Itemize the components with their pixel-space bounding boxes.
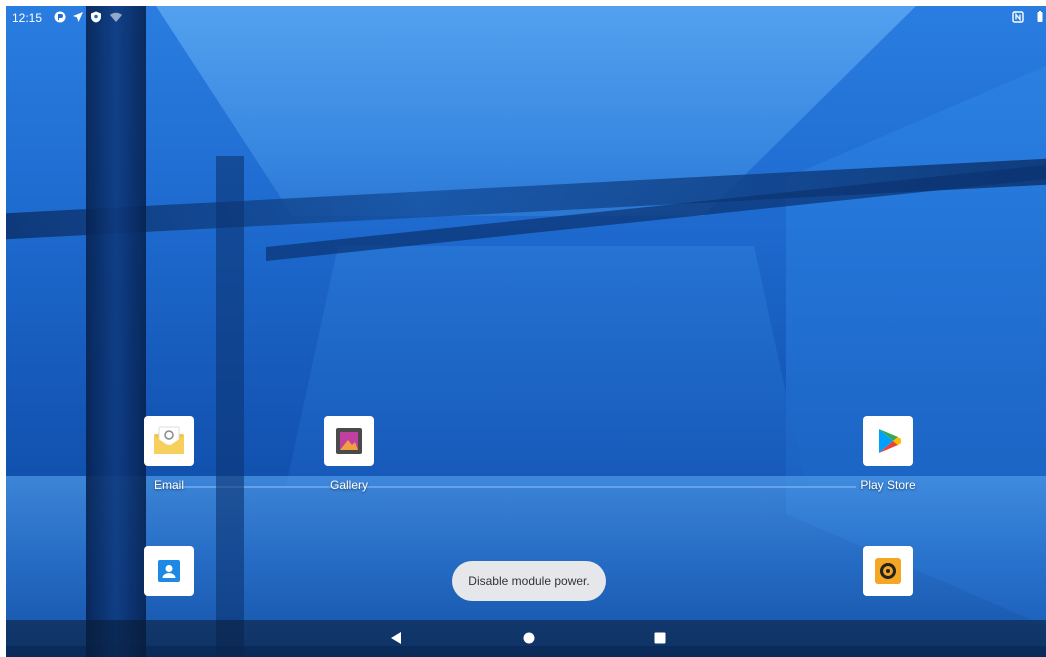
location-icon: [72, 11, 84, 23]
back-icon: [391, 632, 401, 644]
gallery-icon[interactable]: [324, 416, 374, 466]
contacts-icon[interactable]: [144, 546, 194, 596]
home-icon: [523, 632, 535, 644]
app-label: Email: [153, 478, 184, 492]
navigation-bar: [6, 620, 1046, 657]
wallpaper-floor-line: [156, 486, 856, 488]
play-store-icon[interactable]: [863, 416, 913, 466]
back-button[interactable]: [388, 630, 404, 646]
app-gallery[interactable]: Gallery: [309, 416, 389, 492]
wallpaper-beam: [6, 158, 1046, 240]
wallpaper-ceiling: [156, 6, 916, 216]
wifi-icon: [110, 11, 122, 23]
recents-icon: [654, 632, 666, 644]
wallpaper-wall: [786, 66, 1046, 626]
wallpaper-beam: [266, 165, 1046, 261]
app-label: Gallery: [329, 478, 368, 492]
status-time: 12:15: [12, 11, 43, 25]
recents-button[interactable]: [652, 630, 668, 646]
home-screen: 12:15 Email Gallery Play Store Disable m…: [6, 6, 1046, 657]
app-notification-icon: [54, 11, 66, 23]
wallpaper-pillar: [216, 156, 244, 656]
app-camera[interactable]: [848, 546, 928, 596]
home-button[interactable]: [521, 630, 537, 646]
toast-message: Disable module power.: [452, 561, 606, 601]
camera-icon[interactable]: [863, 546, 913, 596]
app-contacts[interactable]: [129, 546, 209, 596]
toast-text: Disable module power.: [468, 574, 590, 588]
app-play-store[interactable]: Play Store: [848, 416, 928, 492]
email-icon[interactable]: [144, 416, 194, 466]
nfc-icon: [1012, 11, 1024, 23]
status-bar[interactable]: 12:15: [6, 6, 1046, 30]
shield-icon: [90, 11, 102, 23]
battery-icon: [1034, 11, 1046, 23]
app-email[interactable]: Email: [129, 416, 209, 492]
app-label: Play Store: [860, 478, 916, 492]
